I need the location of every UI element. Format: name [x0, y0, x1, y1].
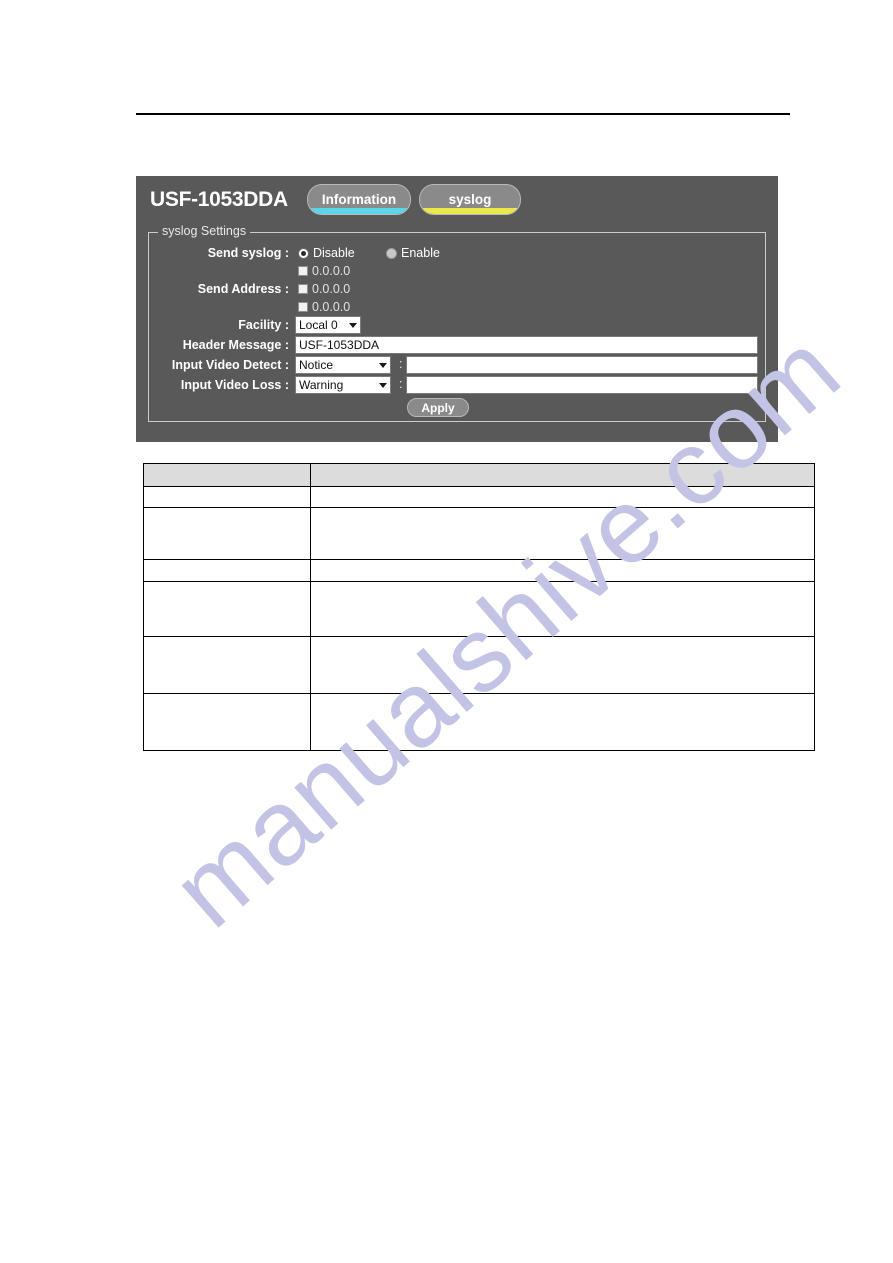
send-syslog-enable-option[interactable]: Enable — [386, 246, 440, 260]
input-video-detect-label: Input Video Detect : — [171, 358, 289, 372]
row-send-address-3: 0.0.0.0 — [149, 297, 759, 317]
chevron-down-icon — [379, 363, 387, 368]
header-message-value: USF-1053DDA — [299, 338, 380, 352]
device-model-title: USF-1053DDA — [150, 188, 288, 211]
table-row — [143, 507, 815, 560]
device-web-ui-panel: USF-1053DDA Information syslog syslog Se… — [136, 176, 778, 442]
description-table — [143, 463, 815, 751]
apply-button[interactable]: Apply — [407, 398, 469, 417]
row-input-video-loss: Input Video Loss : Warning : — [149, 375, 759, 395]
table-cell-description — [310, 693, 815, 751]
table-header-term — [143, 463, 311, 487]
table-cell-term — [143, 559, 311, 582]
send-address-entry-2[interactable]: 0.0.0.0 — [298, 282, 350, 296]
send-address-value-3: 0.0.0.0 — [312, 300, 351, 314]
send-address-value-2: 0.0.0.0 — [312, 282, 351, 296]
input-video-detect-severity-value: Notice — [299, 358, 334, 372]
table-cell-description — [310, 507, 815, 560]
facility-select[interactable]: Local 0 — [295, 316, 361, 334]
tab-information-label: Information — [321, 192, 397, 207]
input-video-detect-message-input[interactable] — [406, 356, 758, 374]
table-row — [143, 636, 815, 694]
table-row — [143, 693, 815, 751]
send-syslog-label: Send syslog : — [207, 246, 289, 260]
tab-information[interactable]: Information — [307, 184, 411, 215]
tab-information-underline — [311, 208, 407, 214]
row-send-address-1: 0.0.0.0 — [149, 261, 759, 281]
row-send-syslog: Send syslog : Disable Enable — [149, 243, 759, 263]
input-video-loss-severity-select[interactable]: Warning — [295, 376, 391, 394]
table-cell-term — [143, 486, 311, 508]
chevron-down-icon — [349, 323, 357, 328]
table-row — [143, 559, 815, 582]
checkbox-send-address-2-icon[interactable] — [298, 284, 308, 294]
send-syslog-disable-option[interactable]: Disable — [298, 246, 355, 260]
input-video-loss-severity-value: Warning — [299, 378, 344, 392]
checkbox-send-address-3-icon[interactable] — [298, 302, 308, 312]
chevron-down-icon — [379, 383, 387, 388]
row-header-message: Header Message : USF-1053DDA — [149, 335, 759, 355]
table-header-row — [143, 463, 815, 487]
table-header-description — [310, 463, 815, 487]
syslog-settings-legend: syslog Settings — [158, 224, 251, 238]
input-video-loss-message-input[interactable] — [406, 376, 758, 394]
table-cell-description — [310, 636, 815, 694]
apply-button-label: Apply — [421, 400, 455, 415]
table-row — [143, 581, 815, 637]
row-input-video-detect: Input Video Detect : Notice : — [149, 355, 759, 375]
input-video-detect-severity-select[interactable]: Notice — [295, 356, 391, 374]
table-row — [143, 486, 815, 508]
table-cell-description — [310, 486, 815, 508]
table-cell-description — [310, 581, 815, 637]
tab-syslog[interactable]: syslog — [419, 184, 521, 215]
send-address-entry-1[interactable]: 0.0.0.0 — [298, 264, 350, 278]
header-message-input[interactable]: USF-1053DDA — [295, 336, 758, 354]
input-video-loss-label: Input Video Loss : — [180, 378, 289, 392]
tab-syslog-label: syslog — [448, 192, 492, 207]
input-video-detect-separator: : — [399, 357, 403, 371]
facility-selected-value: Local 0 — [299, 318, 338, 332]
header-message-label: Header Message : — [182, 338, 289, 352]
send-address-entry-3[interactable]: 0.0.0.0 — [298, 300, 350, 314]
radio-disable-icon[interactable] — [298, 247, 309, 259]
row-send-address-2: Send Address : 0.0.0.0 — [149, 279, 759, 299]
send-syslog-disable-label: Disable — [313, 246, 355, 260]
tab-syslog-underline — [423, 208, 517, 214]
row-facility: Facility : Local 0 — [149, 315, 759, 335]
checkbox-send-address-1-icon[interactable] — [298, 266, 308, 276]
table-cell-term — [143, 507, 311, 560]
facility-label: Facility : — [238, 318, 289, 332]
table-cell-description — [310, 559, 815, 582]
send-address-label: Send Address : — [197, 282, 289, 296]
table-cell-term — [143, 693, 311, 751]
input-video-loss-separator: : — [399, 377, 403, 391]
table-cell-term — [143, 636, 311, 694]
radio-enable-icon[interactable] — [386, 247, 397, 259]
send-syslog-enable-label: Enable — [401, 246, 440, 260]
syslog-settings-fieldset: syslog Settings Send syslog : Disable En… — [148, 224, 766, 422]
table-cell-term — [143, 581, 311, 637]
send-address-value-1: 0.0.0.0 — [312, 264, 351, 278]
page-header-rule — [136, 113, 790, 115]
